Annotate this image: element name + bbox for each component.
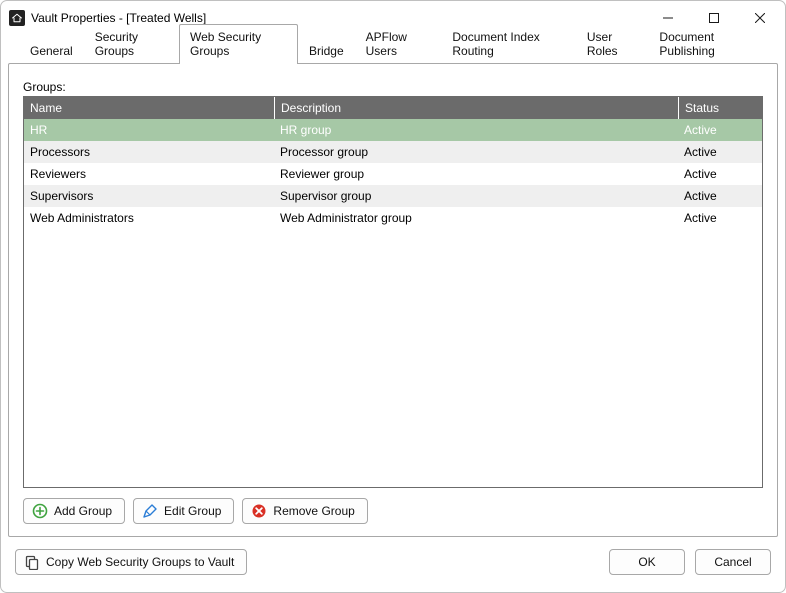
column-header-description[interactable]: Description xyxy=(274,97,678,119)
table-row[interactable]: HRHR groupActive xyxy=(24,119,762,141)
table-row[interactable]: ProcessorsProcessor groupActive xyxy=(24,141,762,163)
column-header-status[interactable]: Status xyxy=(678,97,762,119)
cell-status: Active xyxy=(678,189,762,203)
cancel-button[interactable]: Cancel xyxy=(695,549,771,575)
cell-status: Active xyxy=(678,145,762,159)
edit-group-label: Edit Group xyxy=(164,504,221,518)
cell-status: Active xyxy=(678,167,762,181)
dialog-footer: Copy Web Security Groups to Vault OK Can… xyxy=(1,544,785,592)
column-header-name[interactable]: Name xyxy=(24,97,274,119)
tab-bridge[interactable]: Bridge xyxy=(298,38,355,64)
group-actions: Add Group Edit Group Remove Group xyxy=(23,498,763,524)
x-circle-icon xyxy=(251,503,267,519)
cancel-label: Cancel xyxy=(714,555,751,569)
cell-status: Active xyxy=(678,211,762,225)
cell-name: HR xyxy=(24,123,274,137)
window-title: Vault Properties - [Treated Wells] xyxy=(31,11,206,25)
copy-icon xyxy=(24,554,40,570)
dialog-window: Vault Properties - [Treated Wells] Gener… xyxy=(0,0,786,593)
copy-to-vault-button[interactable]: Copy Web Security Groups to Vault xyxy=(15,549,247,575)
grid-body: HRHR groupActiveProcessorsProcessor grou… xyxy=(24,119,762,487)
copy-to-vault-label: Copy Web Security Groups to Vault xyxy=(46,555,234,569)
tab-user-roles[interactable]: User Roles xyxy=(576,24,649,64)
cell-name: Processors xyxy=(24,145,274,159)
tab-panel-web-security-groups: Groups: Name Description Status HRHR gro… xyxy=(8,63,778,537)
cell-name: Supervisors xyxy=(24,189,274,203)
cell-description: Processor group xyxy=(274,145,678,159)
remove-group-button[interactable]: Remove Group xyxy=(242,498,367,524)
add-group-label: Add Group xyxy=(54,504,112,518)
tab-web-security-groups[interactable]: Web Security Groups xyxy=(179,24,298,64)
tab-document-publishing[interactable]: Document Publishing xyxy=(648,24,767,64)
cell-status: Active xyxy=(678,123,762,137)
ok-label: OK xyxy=(638,555,655,569)
grid-header: Name Description Status xyxy=(24,97,762,119)
table-row[interactable]: Web AdministratorsWeb Administrator grou… xyxy=(24,207,762,229)
pencil-icon xyxy=(142,503,158,519)
remove-group-label: Remove Group xyxy=(273,504,354,518)
tabbar: GeneralSecurity GroupsWeb Security Group… xyxy=(1,35,785,63)
cell-description: Reviewer group xyxy=(274,167,678,181)
add-group-button[interactable]: Add Group xyxy=(23,498,125,524)
plus-circle-icon xyxy=(32,503,48,519)
cell-name: Web Administrators xyxy=(24,211,274,225)
table-row[interactable]: SupervisorsSupervisor groupActive xyxy=(24,185,762,207)
table-row[interactable]: ReviewersReviewer groupActive xyxy=(24,163,762,185)
cell-description: Web Administrator group xyxy=(274,211,678,225)
edit-group-button[interactable]: Edit Group xyxy=(133,498,234,524)
tab-document-index-routing[interactable]: Document Index Routing xyxy=(441,24,575,64)
ok-button[interactable]: OK xyxy=(609,549,685,575)
cell-description: HR group xyxy=(274,123,678,137)
tab-security-groups[interactable]: Security Groups xyxy=(84,24,179,64)
app-icon xyxy=(9,10,25,26)
cell-name: Reviewers xyxy=(24,167,274,181)
cell-description: Supervisor group xyxy=(274,189,678,203)
tab-general[interactable]: General xyxy=(19,38,84,64)
groups-label: Groups: xyxy=(23,80,763,94)
tab-apflow-users[interactable]: APFlow Users xyxy=(355,24,442,64)
groups-grid[interactable]: Name Description Status HRHR groupActive… xyxy=(23,96,763,488)
